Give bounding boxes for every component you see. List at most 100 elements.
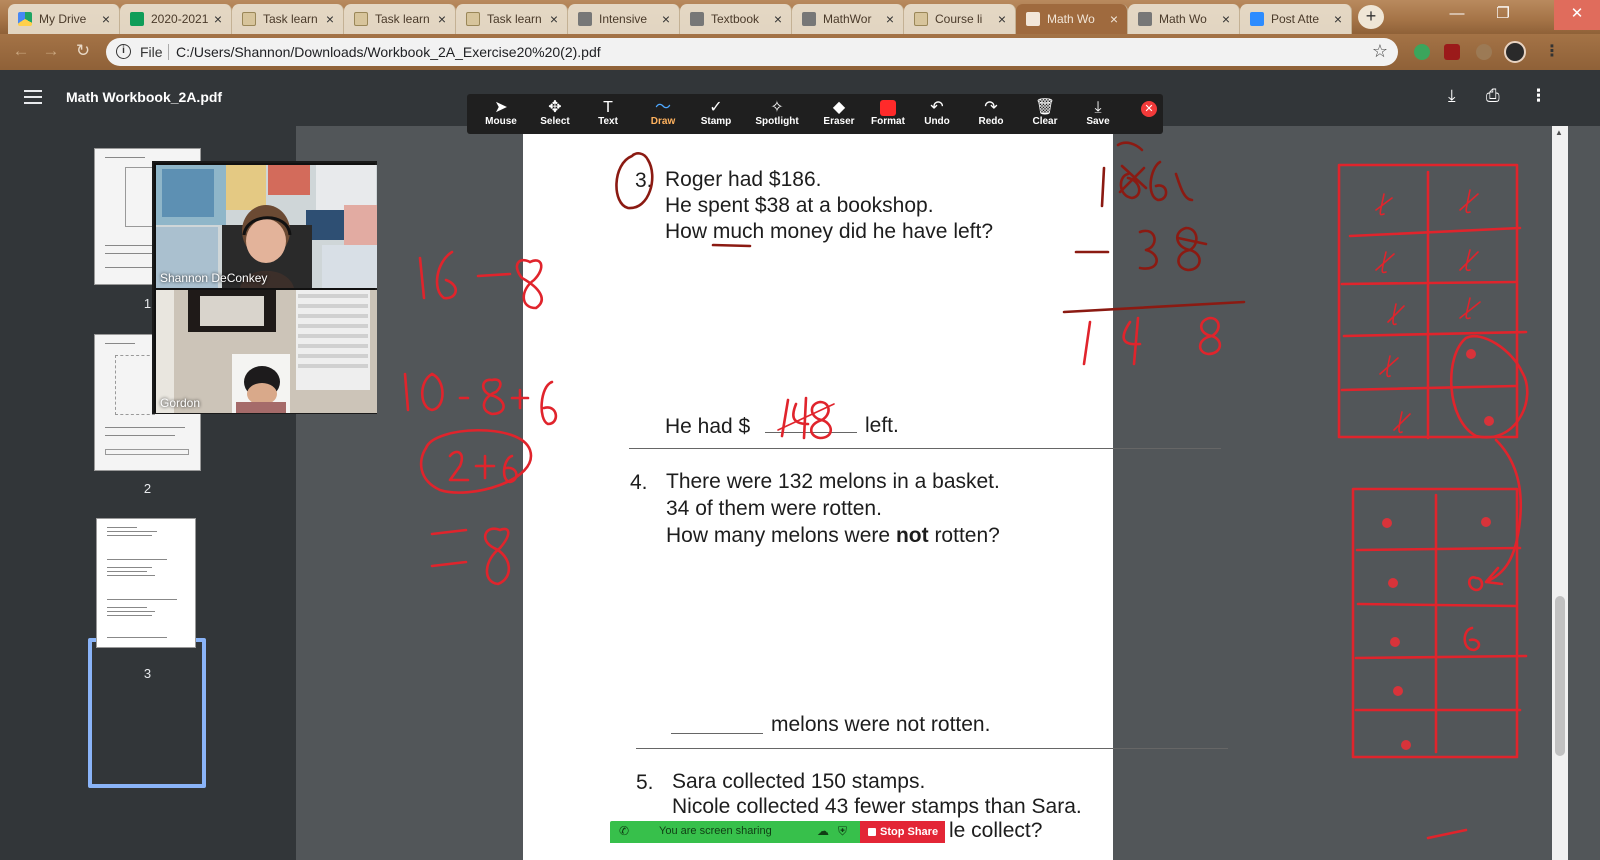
tab-close-icon[interactable]: × xyxy=(99,11,113,27)
scheme-label: File xyxy=(140,44,163,60)
tab-label: Course li xyxy=(935,12,983,26)
browser-tab[interactable]: Math Wo × xyxy=(1016,4,1128,34)
scrollbar-thumb[interactable] xyxy=(1555,596,1565,756)
tab-close-icon[interactable]: × xyxy=(1107,11,1121,27)
browser-toolbar: ← → ↻ i File C:/Users/Shannon/Downloads/… xyxy=(0,34,1600,70)
document-icon xyxy=(914,12,928,26)
tool-text[interactable]: T Text xyxy=(581,94,635,134)
browser-tab[interactable]: Post Atte × xyxy=(1240,4,1352,34)
document-canvas[interactable]: 3. Roger had $186. He spent $38 at a boo… xyxy=(296,126,1552,860)
browser-tab[interactable]: Course li × xyxy=(904,4,1016,34)
browser-tab[interactable]: 2020-2021 × xyxy=(120,4,232,34)
tab-close-icon[interactable]: × xyxy=(1219,11,1233,27)
tab-list: My Drive × 2020-2021 × Task learn × Task learn… xyxy=(8,2,1352,34)
document-icon xyxy=(354,12,368,26)
video-tile-gordon[interactable]: Gordon xyxy=(156,290,377,413)
section-divider xyxy=(629,448,1221,449)
q4-line-3-post: rotten? xyxy=(934,524,1000,547)
vertical-scrollbar[interactable]: ▲ xyxy=(1552,126,1568,860)
spotlight-wand-icon: ✧ xyxy=(770,99,784,116)
tool-label: Format xyxy=(871,116,905,127)
tool-label: Select xyxy=(540,116,570,127)
document-icon xyxy=(242,12,256,26)
browser-tab[interactable]: Task learn × xyxy=(456,4,568,34)
cloud-icon[interactable]: ☁ xyxy=(817,824,829,838)
kebab-menu-icon[interactable]: ⋮ xyxy=(1544,41,1560,61)
tool-mouse[interactable]: ➤ Mouse xyxy=(474,94,528,134)
profile-avatar[interactable] xyxy=(1504,41,1526,63)
tool-draw[interactable]: 〜 Draw xyxy=(636,94,690,134)
tool-clear[interactable]: 🗑 Clear xyxy=(1018,94,1072,134)
browser-tab[interactable]: MathWor × xyxy=(792,4,904,34)
bookmark-star-icon[interactable]: ☆ xyxy=(1372,41,1388,62)
restore-icon[interactable]: ❐ xyxy=(1480,0,1526,30)
hamburger-menu-icon[interactable] xyxy=(24,90,42,104)
canvas-right-margin xyxy=(1568,126,1600,860)
browser-tab[interactable]: My Drive × xyxy=(8,4,120,34)
tool-eraser[interactable]: ◆ Eraser xyxy=(812,94,866,134)
tool-label: Mouse xyxy=(485,116,517,127)
minimize-icon[interactable]: — xyxy=(1434,0,1480,30)
undo-icon: ↶ xyxy=(930,99,944,116)
video-feed-home xyxy=(156,290,377,413)
tab-close-icon[interactable]: × xyxy=(435,11,449,27)
q5-number: 5. xyxy=(636,771,654,794)
tool-undo[interactable]: ↶ Undo xyxy=(910,94,964,134)
tab-close-icon[interactable]: × xyxy=(771,11,785,27)
tab-close-icon[interactable]: × xyxy=(995,11,1009,27)
tool-label: Spotlight xyxy=(755,116,799,127)
video-tile-shannon[interactable]: Shannon DeConkey xyxy=(156,165,377,288)
browser-tab-strip: My Drive × 2020-2021 × Task learn × Task learn… xyxy=(0,0,1600,34)
tool-spotlight[interactable]: ✧ Spotlight xyxy=(750,94,804,134)
ublock-extension-icon[interactable] xyxy=(1444,44,1460,60)
tab-close-icon[interactable]: × xyxy=(211,11,225,27)
window-close-icon[interactable]: ✕ xyxy=(1554,0,1600,30)
q5-line-3-partial: le collect? xyxy=(949,819,1043,842)
url-text[interactable]: C:/Users/Shannon/Downloads/Workbook_2A_E… xyxy=(176,44,601,60)
q4-line-1: There were 132 melons in a basket. xyxy=(666,470,1000,493)
video-gallery[interactable]: Shannon DeConkey Gordon xyxy=(152,161,377,414)
back-arrow-icon[interactable]: ← xyxy=(10,40,32,62)
tab-close-icon[interactable]: × xyxy=(323,11,337,27)
stop-share-button[interactable]: Stop Share xyxy=(860,821,945,843)
scroll-up-icon[interactable]: ▲ xyxy=(1555,128,1563,137)
participant-name: Shannon DeConkey xyxy=(160,271,268,285)
reload-icon[interactable]: ↻ xyxy=(72,40,94,62)
browser-tab[interactable]: Intensive × xyxy=(568,4,680,34)
browser-tab[interactable]: Textbook × xyxy=(680,4,792,34)
google-sheets-icon xyxy=(130,12,144,26)
globe-icon xyxy=(1138,12,1152,26)
tool-label: Stamp xyxy=(700,116,732,127)
tab-close-icon[interactable]: × xyxy=(659,11,673,27)
q3-line-3: How much money did he have left? xyxy=(665,220,994,243)
info-icon[interactable]: i xyxy=(116,44,131,59)
tool-save[interactable]: ⤓ Save xyxy=(1071,94,1125,134)
screen-share-bar[interactable]: ✆ You are screen sharing ☁ ⛨ Stop Share xyxy=(610,821,945,843)
tab-close-icon[interactable]: × xyxy=(547,11,561,27)
tool-redo[interactable]: ↷ Redo xyxy=(964,94,1018,134)
address-bar[interactable]: i File C:/Users/Shannon/Downloads/Workbo… xyxy=(106,38,1398,66)
tool-format[interactable]: Format xyxy=(861,94,915,134)
close-annotation-icon[interactable]: ✕ xyxy=(1141,101,1157,117)
tool-stamp[interactable]: ✓ Stamp xyxy=(689,94,743,134)
eraser-icon: ◆ xyxy=(832,99,846,116)
thumbnail-number: 3 xyxy=(143,666,152,681)
mouse-pointer-icon: ➤ xyxy=(494,99,508,116)
tool-select[interactable]: ✥ Select xyxy=(528,94,582,134)
download-icon[interactable]: ⤓ xyxy=(1448,86,1456,106)
more-options-icon[interactable]: ⋮ xyxy=(1530,86,1547,106)
browser-tab[interactable]: Task learn × xyxy=(232,4,344,34)
tab-close-icon[interactable]: × xyxy=(883,11,897,27)
tool-label: Save xyxy=(1086,116,1110,127)
browser-tab[interactable]: Task learn × xyxy=(344,4,456,34)
browser-tab[interactable]: Math Wo × xyxy=(1128,4,1240,34)
page-thumbnail-3[interactable] xyxy=(96,518,196,648)
tab-label: My Drive xyxy=(39,12,87,26)
tab-close-icon[interactable]: × xyxy=(1331,11,1345,27)
tab-label: Task learn xyxy=(375,12,430,26)
extension-green-icon[interactable] xyxy=(1414,44,1430,60)
print-icon[interactable]: ⎙ xyxy=(1486,86,1500,106)
forward-arrow-icon[interactable]: → xyxy=(40,40,62,62)
new-tab-button[interactable]: + xyxy=(1358,5,1384,29)
extension-puzzle-icon[interactable] xyxy=(1476,44,1492,60)
